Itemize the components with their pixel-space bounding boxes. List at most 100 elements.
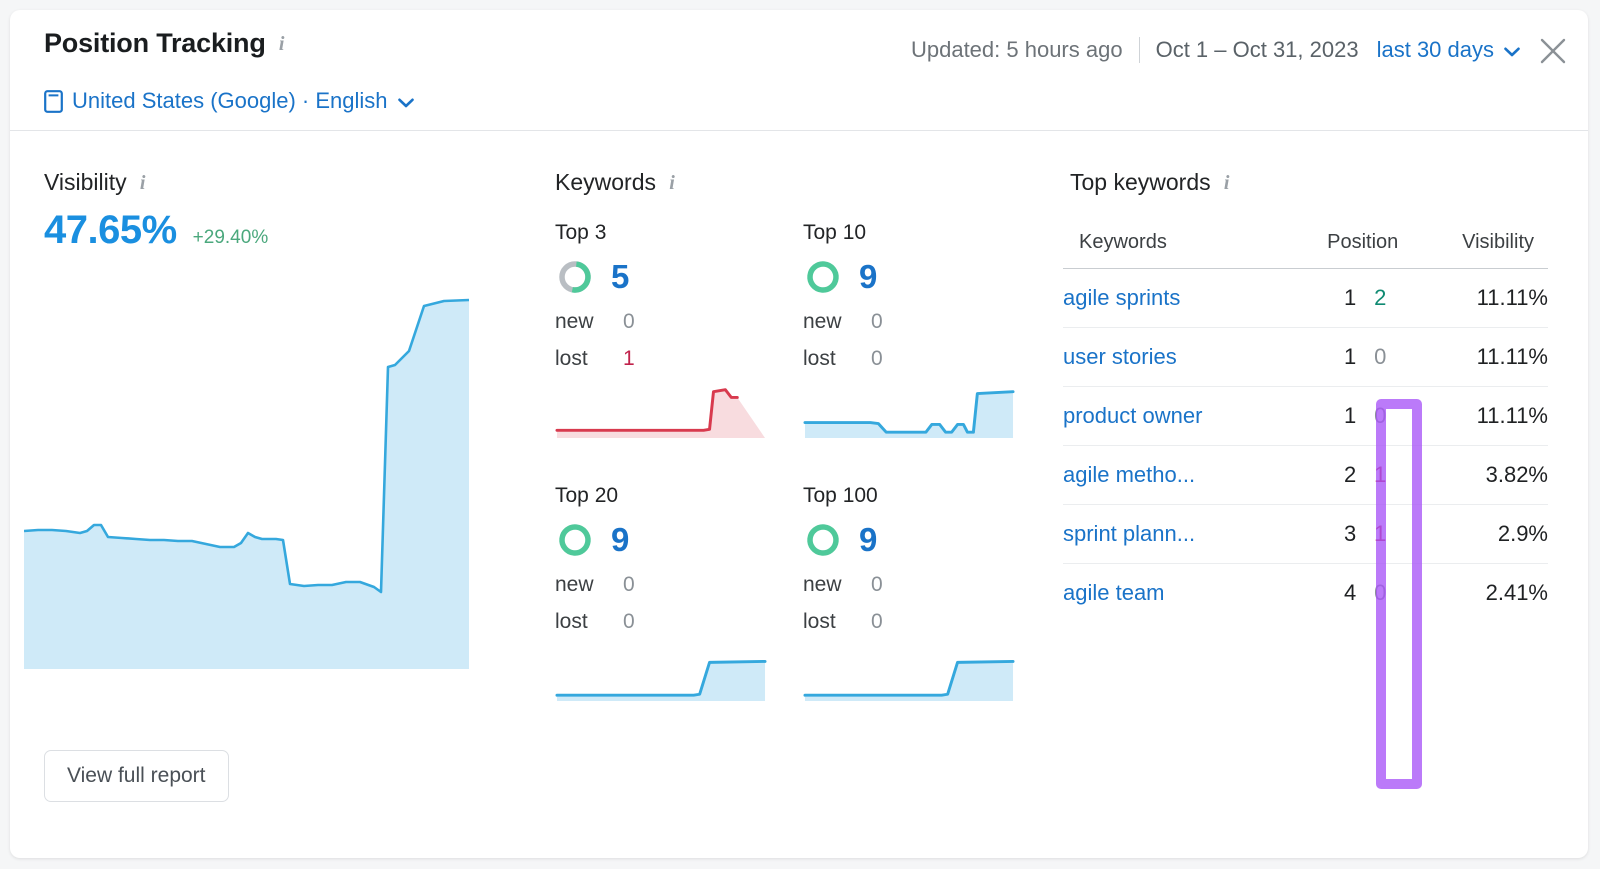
bucket-count: 9 (611, 521, 630, 558)
column-header-keywords[interactable]: Keywords (1063, 223, 1297, 269)
bucket-new-row: new 0 (803, 310, 1025, 334)
keyword-bucket: Top 100 9 new 0 lost 0 (803, 484, 1025, 701)
progress-donut-icon (807, 524, 839, 556)
keyword-link[interactable]: agile sprints (1063, 268, 1297, 328)
title-row: Position Tracking i (44, 28, 288, 59)
position-value: 3 (1296, 504, 1357, 564)
bucket-new-row: new 0 (555, 573, 777, 597)
card-body: Visibility i 47.65% +29.40% View full re… (10, 131, 1588, 858)
new-label: new (555, 310, 594, 333)
bucket-label: Top 100 (803, 484, 878, 507)
keyword-link[interactable]: agile team (1063, 564, 1296, 623)
bucket-label: Top 20 (555, 484, 619, 507)
info-icon[interactable]: i (666, 173, 678, 193)
lost-label: lost (803, 347, 836, 370)
header-meta: Updated: 5 hours ago Oct 1 – Oct 31, 202… (911, 37, 1520, 63)
close-icon[interactable] (1536, 34, 1570, 68)
bucket-count-row: 5 (555, 257, 777, 297)
keywords-section: Keywords i (555, 169, 1045, 196)
lost-value: 0 (623, 610, 635, 633)
lost-label: lost (803, 610, 836, 633)
visibility-value-row: 47.65% +29.40% (44, 208, 514, 253)
new-value: 0 (871, 310, 883, 333)
position-change: 1 (1356, 445, 1405, 505)
bucket-new-row: new 0 (803, 573, 1025, 597)
position-change: 0 (1356, 386, 1405, 446)
visibility-value: 11.11% (1404, 327, 1548, 387)
visibility-value: 47.65% (44, 208, 177, 252)
table-row: user stories 1 0 11.11% (1063, 327, 1548, 387)
position-tracking-card: Position Tracking i United States (Googl… (10, 10, 1588, 858)
lost-label: lost (555, 610, 588, 633)
lost-value: 0 (871, 610, 883, 633)
chevron-down-icon (1504, 46, 1520, 56)
location-label: United States (Google) · English (72, 88, 388, 113)
top-keywords-section: Top keywords i (1070, 169, 1560, 196)
bucket-count: 9 (859, 521, 878, 558)
chevron-down-icon (397, 97, 414, 107)
bucket-count: 5 (611, 258, 630, 295)
keyword-link[interactable]: product owner (1063, 386, 1297, 446)
progress-donut-icon (559, 524, 591, 556)
table-row: agile metho... 2 1 3.82% (1063, 445, 1548, 505)
lost-value: 1 (623, 347, 635, 370)
bucket-count-row: 9 (803, 520, 1025, 560)
column-header-position[interactable]: Position (1296, 223, 1405, 269)
progress-donut-icon (807, 261, 839, 293)
divider (1138, 37, 1140, 63)
position-change: 0 (1356, 327, 1405, 387)
bucket-lost-row: lost 0 (803, 347, 1025, 371)
position-value: 4 (1344, 580, 1357, 605)
new-label: new (803, 573, 842, 596)
visibility-section: Visibility i 47.65% +29.40% (44, 169, 514, 253)
desktop-icon (44, 89, 63, 113)
info-icon[interactable]: i (276, 34, 288, 54)
keyword-link[interactable]: user stories (1063, 327, 1297, 387)
visibility-title: Visibility (44, 169, 127, 195)
table-header-row: Keywords Position Visibility (1063, 223, 1548, 269)
table-row: product owner 1 0 11.11% (1063, 386, 1548, 446)
visibility-delta: +29.40% (192, 227, 269, 248)
info-icon[interactable]: i (137, 173, 149, 193)
view-full-report-button[interactable]: View full report (44, 750, 229, 802)
card-header: Position Tracking i United States (Googl… (10, 10, 1588, 131)
keywords-title: Keywords (555, 169, 656, 195)
bucket-count-row: 9 (803, 257, 1025, 297)
bucket-lost-row: lost 1 (555, 347, 777, 371)
keyword-link[interactable]: sprint plann... (1063, 504, 1297, 564)
date-range-label: Oct 1 – Oct 31, 2023 (1155, 37, 1359, 62)
keyword-link[interactable]: agile metho... (1063, 445, 1297, 505)
lost-label: lost (555, 347, 588, 370)
visibility-area-chart (24, 298, 469, 669)
column-header-visibility[interactable]: Visibility (1404, 223, 1548, 269)
position-change: 0 (1374, 580, 1387, 605)
keyword-bucket: Top 10 9 new 0 lost 0 (803, 221, 1025, 438)
new-value: 0 (623, 573, 635, 596)
table-row: agile team 4 0 2.41% (1063, 564, 1548, 623)
position-value: 1 (1296, 268, 1357, 328)
visibility-value: 2.41% (1485, 580, 1548, 605)
bucket-count: 9 (859, 258, 878, 295)
visibility-value: 11.11% (1404, 268, 1548, 328)
visibility-value: 2.9% (1404, 504, 1548, 564)
bucket-label: Top 10 (803, 221, 867, 244)
position-change: 2 (1356, 268, 1405, 328)
top-keywords-title: Top keywords (1070, 169, 1211, 195)
info-icon[interactable]: i (1221, 173, 1233, 193)
position-value: 1 (1296, 327, 1357, 387)
top-keywords-table: Keywords Position Visibility agile sprin… (1063, 223, 1548, 622)
progress-donut-icon (559, 261, 591, 293)
bucket-lost-row: lost 0 (803, 610, 1025, 634)
period-label: last 30 days (1376, 37, 1494, 62)
new-label: new (803, 310, 842, 333)
bucket-label: Top 3 (555, 221, 607, 244)
position-change: 1 (1356, 504, 1405, 564)
top-keywords-header: Top keywords i (1070, 169, 1560, 196)
location-selector[interactable]: United States (Google) · English (44, 88, 414, 114)
period-selector[interactable]: last 30 days (1377, 37, 1520, 63)
sparkline-chart (803, 659, 1015, 701)
new-value: 0 (623, 310, 635, 333)
updated-label: Updated: 5 hours ago (910, 37, 1123, 62)
visibility-value: 11.11% (1404, 386, 1548, 446)
keyword-bucket: Top 20 9 new 0 lost 0 (555, 484, 777, 701)
